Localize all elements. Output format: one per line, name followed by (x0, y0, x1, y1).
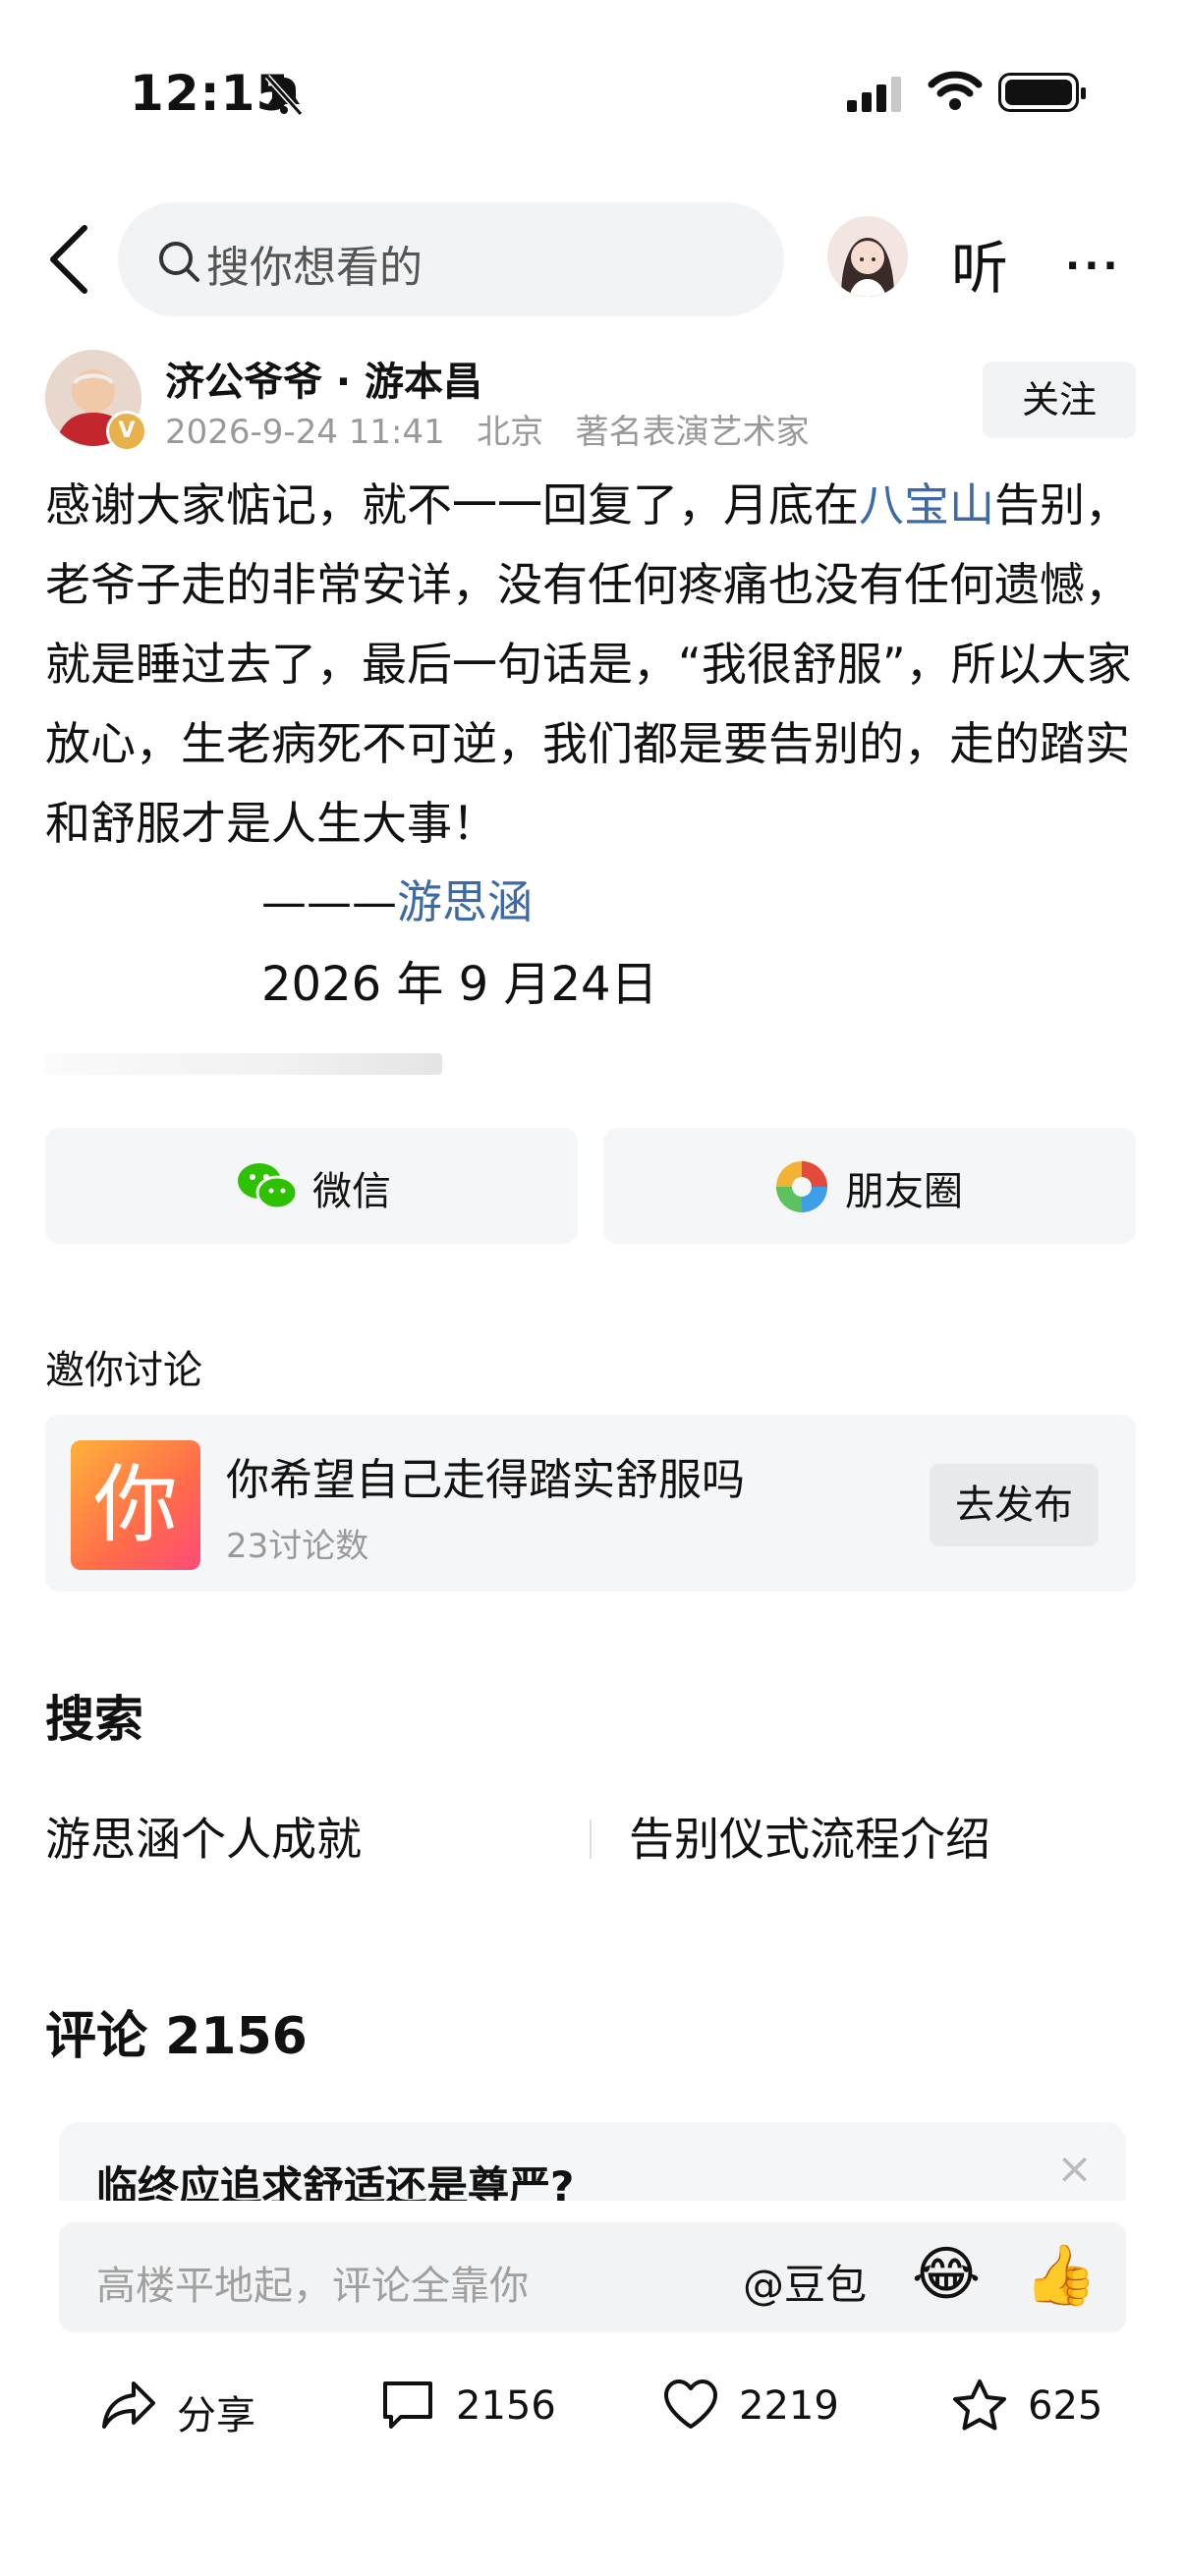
close-icon[interactable]: × (1056, 2144, 1093, 2194)
search-suggestion[interactable]: 告别仪式流程介绍 (629, 1804, 990, 1869)
comment-input[interactable]: 高楼平地起，评论全靠你 @豆包 😂 👍 (59, 2222, 1126, 2332)
laugh-emoji-icon[interactable]: 😂 (912, 2240, 981, 2309)
assistant-avatar[interactable] (827, 216, 908, 297)
signature-name-link[interactable]: 游思涵 (397, 875, 533, 928)
comment-input-placeholder: 高楼平地起，评论全靠你 (96, 2264, 529, 2309)
go-post-button[interactable]: 去发布 (930, 1464, 1099, 1546)
mute-bell-icon (261, 73, 307, 118)
search-placeholder: 搜你想看的 (206, 243, 423, 293)
author-title: 著名表演艺术家 (575, 413, 810, 452)
mention-doubao-button[interactable]: @豆包 (743, 2252, 867, 2312)
favorite-count: 625 (1028, 2383, 1103, 2429)
moments-icon (776, 1161, 827, 1212)
verified-badge-icon: V (106, 411, 147, 452)
battery-icon (998, 73, 1086, 112)
search-suggestion[interactable]: 游思涵个人成就 (45, 1804, 362, 1869)
post-date: 2026-9-24 11:41 (165, 413, 445, 452)
more-options-icon[interactable]: ··· (1065, 244, 1122, 289)
topic-title: 你希望自己走得踏实舒服吗 (226, 1455, 745, 1505)
topic-icon: 你 (71, 1440, 200, 1570)
comment-count: 2156 (456, 2383, 556, 2429)
topic-count: 23讨论数 (226, 1527, 369, 1566)
search-section-title: 搜索 (45, 1691, 143, 1748)
post-location: 北京 (477, 413, 544, 452)
like-count: 2219 (739, 2383, 839, 2429)
listen-button[interactable]: 听 (951, 222, 1008, 305)
comment-bubble-icon (383, 2381, 432, 2429)
comment-question-card[interactable]: 临终应追求舒适还是尊严? × (59, 2122, 1126, 2201)
heart-icon (664, 2380, 717, 2429)
signature-date: 2026 年 9 月24日 (261, 957, 658, 1012)
wechat-icon (238, 1163, 299, 1210)
invite-discussion-title: 邀你讨论 (45, 1348, 202, 1393)
post-body: 感谢大家惦记，就不一一回复了，月底在八宝山告别，老爷子走的非常安详，没有任何疼痛… (45, 466, 1146, 864)
post-text-2: 告别，老爷子走的非常安详，没有任何疼痛也没有任何遗憾，就是睡过去了，最后一句话是… (45, 478, 1132, 850)
share-action[interactable]: 分享 (100, 2372, 287, 2440)
comment-action[interactable]: 2156 (379, 2372, 576, 2440)
post-link-babaoshan[interactable]: 八宝山 (859, 478, 994, 532)
comment-question: 临终应追求舒适还是尊严? (96, 2162, 575, 2201)
wifi-icon (928, 69, 983, 116)
share-arrow-icon (102, 2381, 155, 2429)
discussion-topic-card[interactable]: 你 你希望自己走得踏实舒服吗 23讨论数 去发布 (45, 1415, 1136, 1592)
post-meta: 2026-9-24 11:41 北京 著名表演艺术家 (165, 405, 810, 453)
blurred-divider (45, 1053, 442, 1075)
like-action[interactable]: 2219 (662, 2372, 859, 2440)
back-chevron-icon[interactable] (41, 222, 100, 297)
share-label: 分享 (177, 2393, 255, 2438)
share-moments-button[interactable]: 朋友圈 (603, 1128, 1136, 1244)
share-moments-label: 朋友圈 (845, 1169, 963, 1214)
suggestion-divider (590, 1820, 592, 1859)
search-bar[interactable]: 搜你想看的 (118, 202, 784, 316)
author-name[interactable]: 济公爷爷 · 游本昌 (165, 350, 482, 407)
search-icon (159, 242, 199, 282)
favorite-action[interactable]: 625 (951, 2372, 1148, 2440)
cellular-signal-icon (847, 75, 906, 118)
follow-button[interactable]: 关注 (983, 362, 1136, 438)
thumbs-up-emoji-icon[interactable]: 👍 (1024, 2240, 1098, 2310)
share-wechat-button[interactable]: 微信 (45, 1128, 578, 1244)
share-wechat-label: 微信 (312, 1169, 391, 1214)
signature-dash: ——— (261, 875, 397, 928)
post-signature: ———游思涵 (261, 867, 533, 931)
post-text-1: 感谢大家惦记，就不一一回复了，月底在 (45, 478, 859, 532)
comments-title: 评论 2156 (45, 2007, 308, 2066)
star-icon (953, 2380, 1006, 2431)
